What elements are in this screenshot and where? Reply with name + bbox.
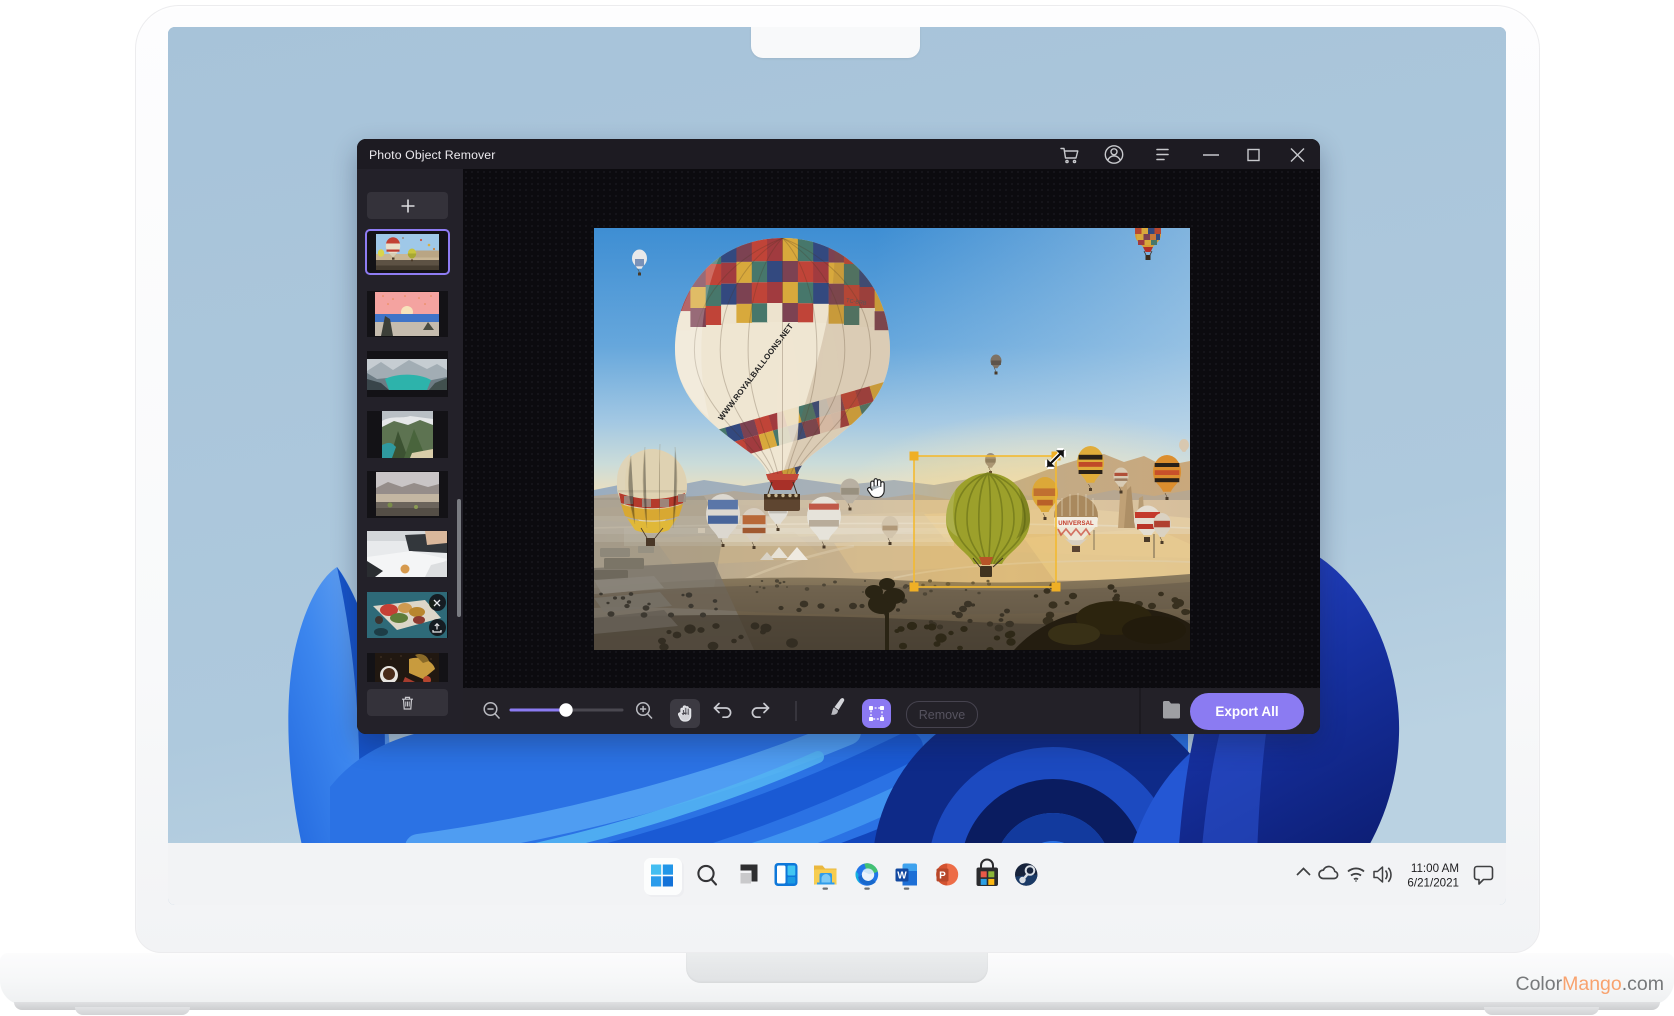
svg-text:11:00 AM: 11:00 AM <box>1411 862 1459 875</box>
svg-text:P: P <box>939 871 946 882</box>
svg-text:W: W <box>897 871 907 882</box>
svg-text:UNIVERSAL: UNIVERSAL <box>1058 521 1094 527</box>
svg-text:6/21/2021: 6/21/2021 <box>1407 877 1459 890</box>
